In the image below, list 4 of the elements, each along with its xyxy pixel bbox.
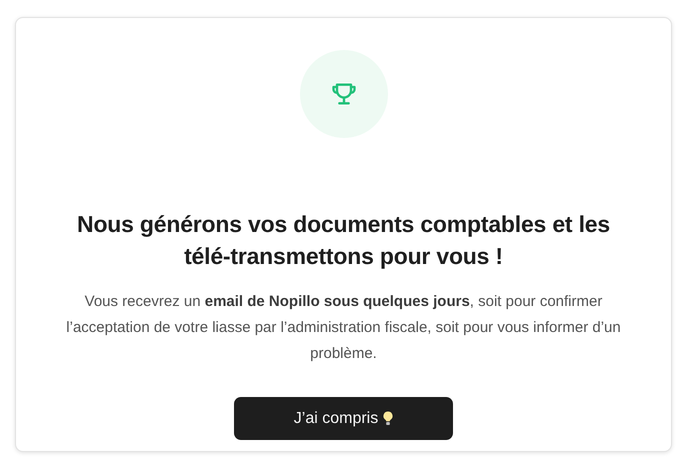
dialog-title: Nous générons vos documents comptables et les télé-transmettons pour vous ! — [76, 210, 611, 271]
dialog-message: Vous recevrez un email de Nopillo sous quelques jours, soit pour confirmer l’acceptation de votre liasse par l’administration fiscale, soit pour vous informer d’un problème. — [65, 292, 622, 364]
lightbulb-icon — [383, 411, 394, 426]
confirm-button[interactable]: J’ai compris — [234, 397, 453, 440]
